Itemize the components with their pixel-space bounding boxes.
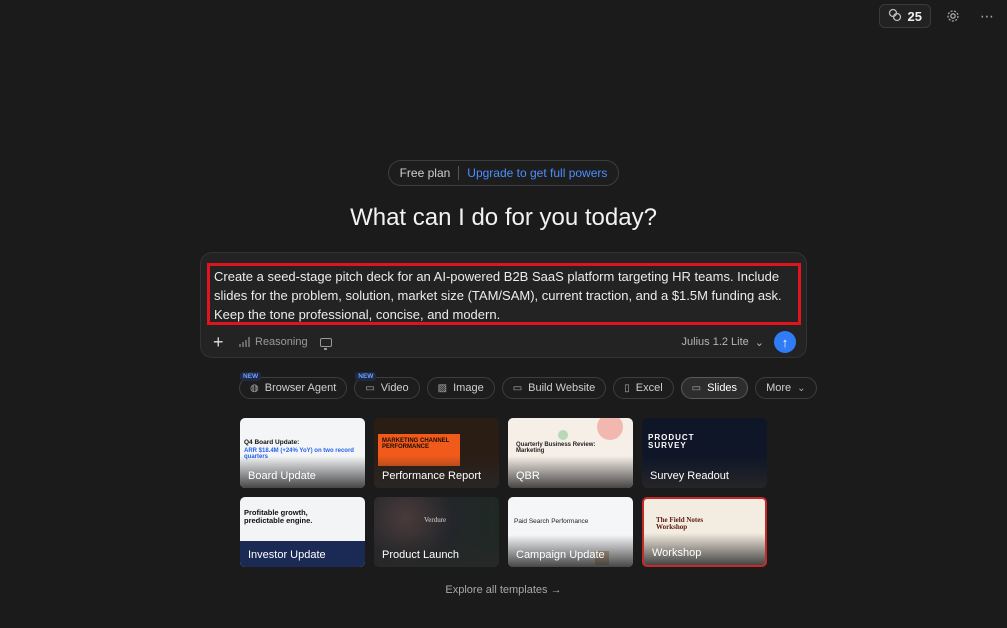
plan-banner: Free plan Upgrade to get full powers bbox=[388, 160, 619, 186]
send-button[interactable]: ↑ bbox=[774, 331, 796, 353]
thumb-circle bbox=[558, 430, 568, 440]
upgrade-link[interactable]: Upgrade to get full powers bbox=[467, 166, 607, 180]
model-label: Julius 1.2 Lite bbox=[681, 336, 749, 348]
chip-label: Build Website bbox=[528, 382, 596, 394]
template-label: Investor Update bbox=[248, 549, 326, 561]
monitor-icon[interactable] bbox=[319, 337, 332, 350]
chevron-down-icon: ⌄ bbox=[754, 336, 764, 349]
template-label: Product Launch bbox=[382, 549, 460, 561]
arrow-up-icon: ↑ bbox=[781, 334, 789, 350]
plan-divider bbox=[458, 166, 460, 180]
chevron-down-icon: ⌄ bbox=[797, 382, 806, 394]
template-card-board-update[interactable]: Q4 Board Update: ARR $18.4M (+24% YoY) o… bbox=[240, 418, 365, 488]
chip-excel[interactable]: ▯ Excel bbox=[613, 377, 674, 399]
plan-label: Free plan bbox=[399, 166, 451, 180]
thumb-title: Q4 Board Update: bbox=[244, 439, 300, 446]
chip-browser-agent[interactable]: NEW ◍ Browser Agent bbox=[239, 372, 348, 399]
composer-toolbar: + Reasoning Julius 1.2 Lite ⌄ ↑ bbox=[213, 331, 796, 353]
prompt-composer: Create a seed-stage pitch deck for an AI… bbox=[200, 252, 807, 358]
credits-button[interactable]: 25 bbox=[878, 4, 931, 28]
file-icon: ▯ bbox=[624, 382, 630, 394]
thumb-title: Verdure bbox=[424, 516, 447, 524]
template-card-investor-update[interactable]: Profitable growth, predictable engine. I… bbox=[240, 497, 365, 567]
thumb-title: The Field Notes Workshop bbox=[656, 516, 704, 532]
chip-label: Excel bbox=[635, 382, 663, 394]
template-card-qbr[interactable]: Quarterly Business Review: Marketing QBR bbox=[508, 418, 633, 488]
signal-bars-icon bbox=[239, 337, 250, 347]
coins-icon bbox=[888, 8, 902, 25]
template-card-performance-report[interactable]: MARKETING CHANNEL PERFORMANCE Performanc… bbox=[374, 418, 499, 488]
thumb-title: Quarterly Business Review: Marketing bbox=[516, 442, 596, 455]
browser-window-icon: ▭ bbox=[512, 382, 523, 394]
chip-label: Browser Agent bbox=[264, 382, 337, 394]
template-label: Workshop bbox=[652, 547, 702, 559]
chip-build-website[interactable]: ▭ Build Website bbox=[501, 377, 607, 399]
ellipsis-icon[interactable]: ⋯ bbox=[975, 4, 999, 28]
thumb-title: MARKETING CHANNEL PERFORMANCE bbox=[382, 438, 450, 451]
template-label: Board Update bbox=[248, 470, 316, 482]
reasoning-toggle[interactable]: Reasoning bbox=[239, 336, 308, 348]
new-badge: NEW bbox=[355, 372, 377, 381]
model-selector[interactable]: Julius 1.2 Lite ⌄ bbox=[682, 336, 764, 349]
chip-slides[interactable]: ▭ Slides bbox=[680, 377, 749, 399]
globe-icon: ◍ bbox=[250, 382, 259, 394]
template-label: Campaign Update bbox=[516, 549, 605, 561]
presentation-icon: ▭ bbox=[691, 382, 702, 394]
thumb-circle bbox=[597, 418, 623, 440]
chip-label: Slides bbox=[707, 382, 738, 394]
new-badge: NEW bbox=[240, 372, 262, 381]
mode-chips: NEW ◍ Browser Agent NEW ▭ Video ▨ Image … bbox=[239, 372, 817, 399]
top-bar: 25 ⋯ bbox=[878, 4, 999, 28]
template-card-product-launch[interactable]: Verdure Product Launch bbox=[374, 497, 499, 567]
credits-count: 25 bbox=[907, 8, 922, 24]
chip-more[interactable]: More ⌄ bbox=[755, 377, 817, 399]
gear-icon[interactable] bbox=[941, 4, 965, 28]
template-label: Survey Readout bbox=[650, 470, 729, 482]
thumb-title: Paid Search Performance bbox=[514, 518, 589, 525]
plus-icon[interactable]: + bbox=[213, 332, 229, 353]
image-icon: ▨ bbox=[437, 382, 448, 394]
video-icon: ▭ bbox=[365, 382, 375, 394]
thumb-title: Profitable growth, predictable engine. bbox=[244, 508, 313, 525]
thumb-title: PRODUCT SURVEY bbox=[648, 433, 695, 451]
template-label: Performance Report bbox=[382, 470, 482, 482]
template-label: QBR bbox=[516, 470, 540, 482]
chip-label: More bbox=[766, 382, 792, 394]
template-card-survey-readout[interactable]: PRODUCT SURVEY Survey Readout bbox=[642, 418, 767, 488]
template-card-workshop[interactable]: The Field Notes Workshop Workshop bbox=[642, 497, 767, 567]
chip-image[interactable]: ▨ Image bbox=[426, 377, 495, 399]
prompt-input[interactable]: Create a seed-stage pitch deck for an AI… bbox=[207, 263, 801, 325]
page-title: What can I do for you today? bbox=[350, 204, 657, 231]
chip-video[interactable]: NEW ▭ Video bbox=[354, 372, 420, 399]
template-grid: Q4 Board Update: ARR $18.4M (+24% YoY) o… bbox=[240, 418, 767, 567]
chip-label: Video bbox=[380, 382, 409, 394]
reasoning-label: Reasoning bbox=[255, 336, 308, 348]
template-card-campaign-update[interactable]: Paid Search Performance Campaign Update bbox=[508, 497, 633, 567]
explore-templates-link[interactable]: Explore all templates → bbox=[0, 584, 1007, 596]
chip-label: Image bbox=[453, 382, 484, 394]
